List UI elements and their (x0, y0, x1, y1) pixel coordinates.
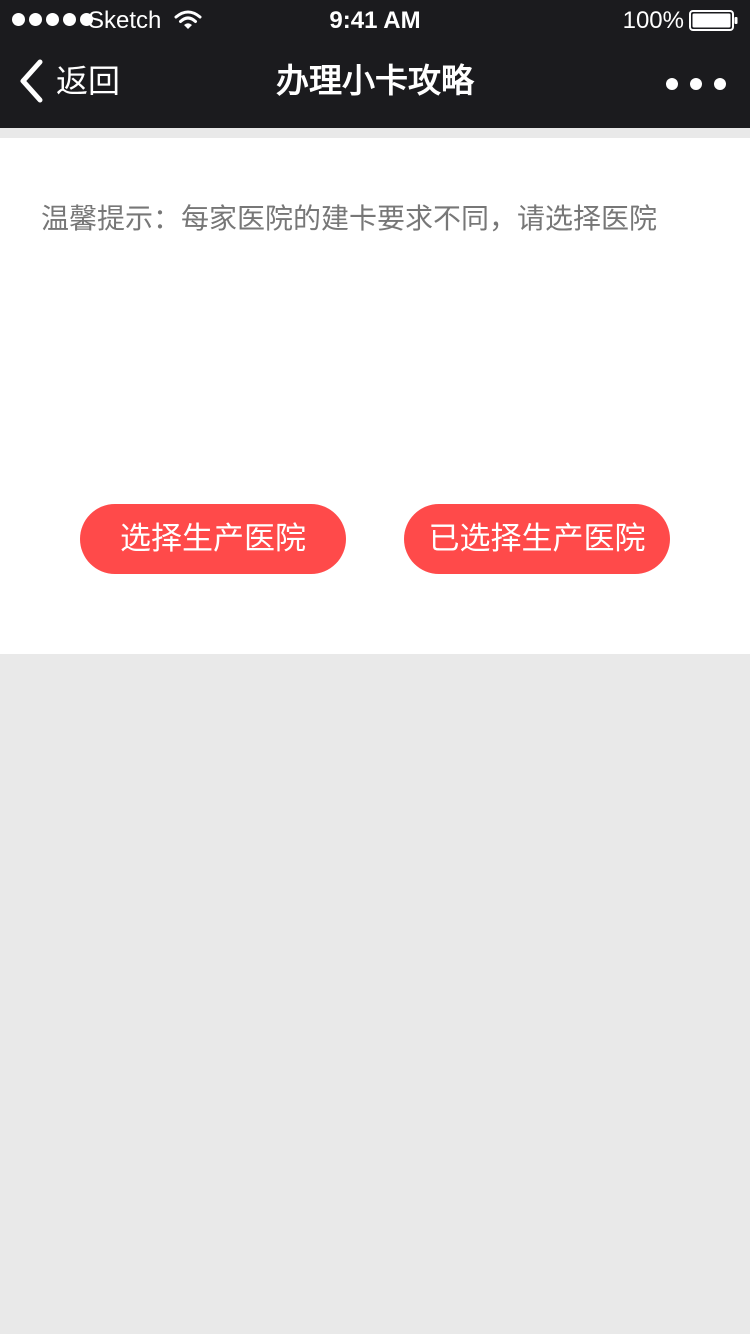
status-bar: Sketch 9:41 AM 100% (0, 0, 750, 40)
battery-percentage: 100% (622, 7, 684, 34)
more-dots-icon[interactable] (666, 66, 726, 102)
content-card: 温馨提示：每家医院的建卡要求不同，请选择医院 选择生产医院 已选择生产医院 (0, 138, 750, 654)
page-title: 办理小卡攻略 (276, 61, 474, 100)
selected-hospital-button[interactable]: 已选择生产医院 (404, 504, 670, 574)
battery-icon (689, 10, 738, 31)
navigation-bar: 返回 办理小卡攻略 (0, 40, 750, 128)
tip-text: 温馨提示：每家医院的建卡要求不同，请选择医院 (41, 202, 658, 235)
app-screen: Sketch 9:41 AM 100% 返回 办理小卡攻略 温馨提示：每家医院的… (0, 0, 750, 1334)
select-hospital-button[interactable]: 选择生产医院 (80, 504, 346, 574)
